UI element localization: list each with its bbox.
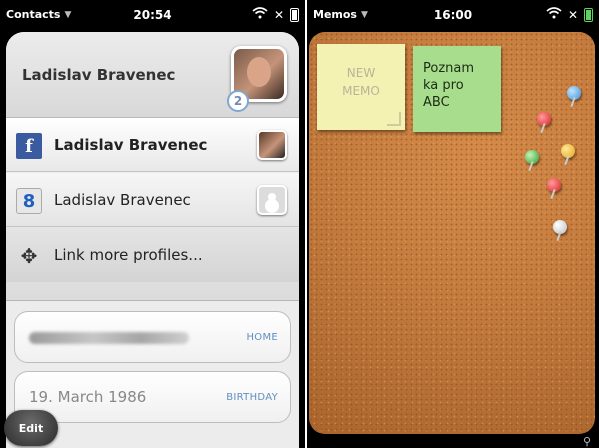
pushpin-icon [525,150,539,164]
link-more-label: Link more profiles... [54,246,203,264]
profile-label: Ladislav Bravenec [54,136,208,154]
wifi-icon [252,7,268,22]
system-icons[interactable]: ✕ [546,7,593,22]
contact-name: Ladislav Bravenec [22,66,176,84]
pushpin-icon [547,178,561,192]
new-memo-button[interactable]: NEW MEMO [317,44,405,130]
battery-icon [290,7,299,22]
linked-profiles: f Ladislav Bravenec 8 Ladislav Bravenec … [6,118,299,300]
avatar-face [247,57,271,87]
contact-card: Ladislav Bravenec 2 f Ladislav Bravenec … [6,32,299,448]
pushpin-icon [567,86,581,100]
link-profiles-icon: ✥ [20,244,38,268]
field-type-label: BIRTHDAY [226,392,278,403]
status-bar: Contacts ▼ 20:54 ✕ [0,0,305,30]
corkboard: NEW MEMO Poznam ka pro ABC [309,32,595,434]
memos-screen: Memos ▼ 16:00 ✕ NEW MEMO Poznam ka pro A… [307,0,599,448]
system-icons[interactable]: ✕ [252,7,299,22]
profile-label: Ladislav Bravenec [54,191,191,209]
usb-icon: ⚲ [582,435,591,448]
placeholder-avatar-icon [257,185,287,215]
pushpin-icon [537,112,551,126]
pushpin-icon [561,144,575,158]
contact-header: Ladislav Bravenec 2 [6,32,299,118]
phone-field-home[interactable]: HOME [14,311,291,363]
no-signal-icon: ✕ [567,7,578,22]
google-icon: 8 [16,188,42,214]
memo-note[interactable]: Poznam ka pro ABC [413,46,501,132]
profile-row-facebook[interactable]: f Ladislav Bravenec [6,118,299,172]
profile-count-badge: 2 [227,90,249,112]
status-bar: Memos ▼ 16:00 ✕ [307,0,599,30]
field-type-label: HOME [246,332,278,343]
no-signal-icon: ✕ [273,7,284,22]
birthday-value: 19. March 1986 [29,388,147,406]
profile-row-google[interactable]: 8 Ladislav Bravenec [6,173,299,227]
contacts-screen: Contacts ▼ 20:54 ✕ Ladislav Bravenec 2 f… [0,0,305,448]
battery-charging-icon [584,7,593,22]
edit-button[interactable]: Edit [4,410,58,446]
blurred-phone-value [29,332,189,344]
birthday-field[interactable]: 19. March 1986 BIRTHDAY [14,371,291,423]
link-more-profiles-button[interactable]: ✥ Link more profiles... [6,228,299,282]
facebook-icon: f [16,133,42,159]
wifi-icon [546,7,562,22]
pushpin-icon [553,220,567,234]
profile-thumbnail [257,130,287,160]
